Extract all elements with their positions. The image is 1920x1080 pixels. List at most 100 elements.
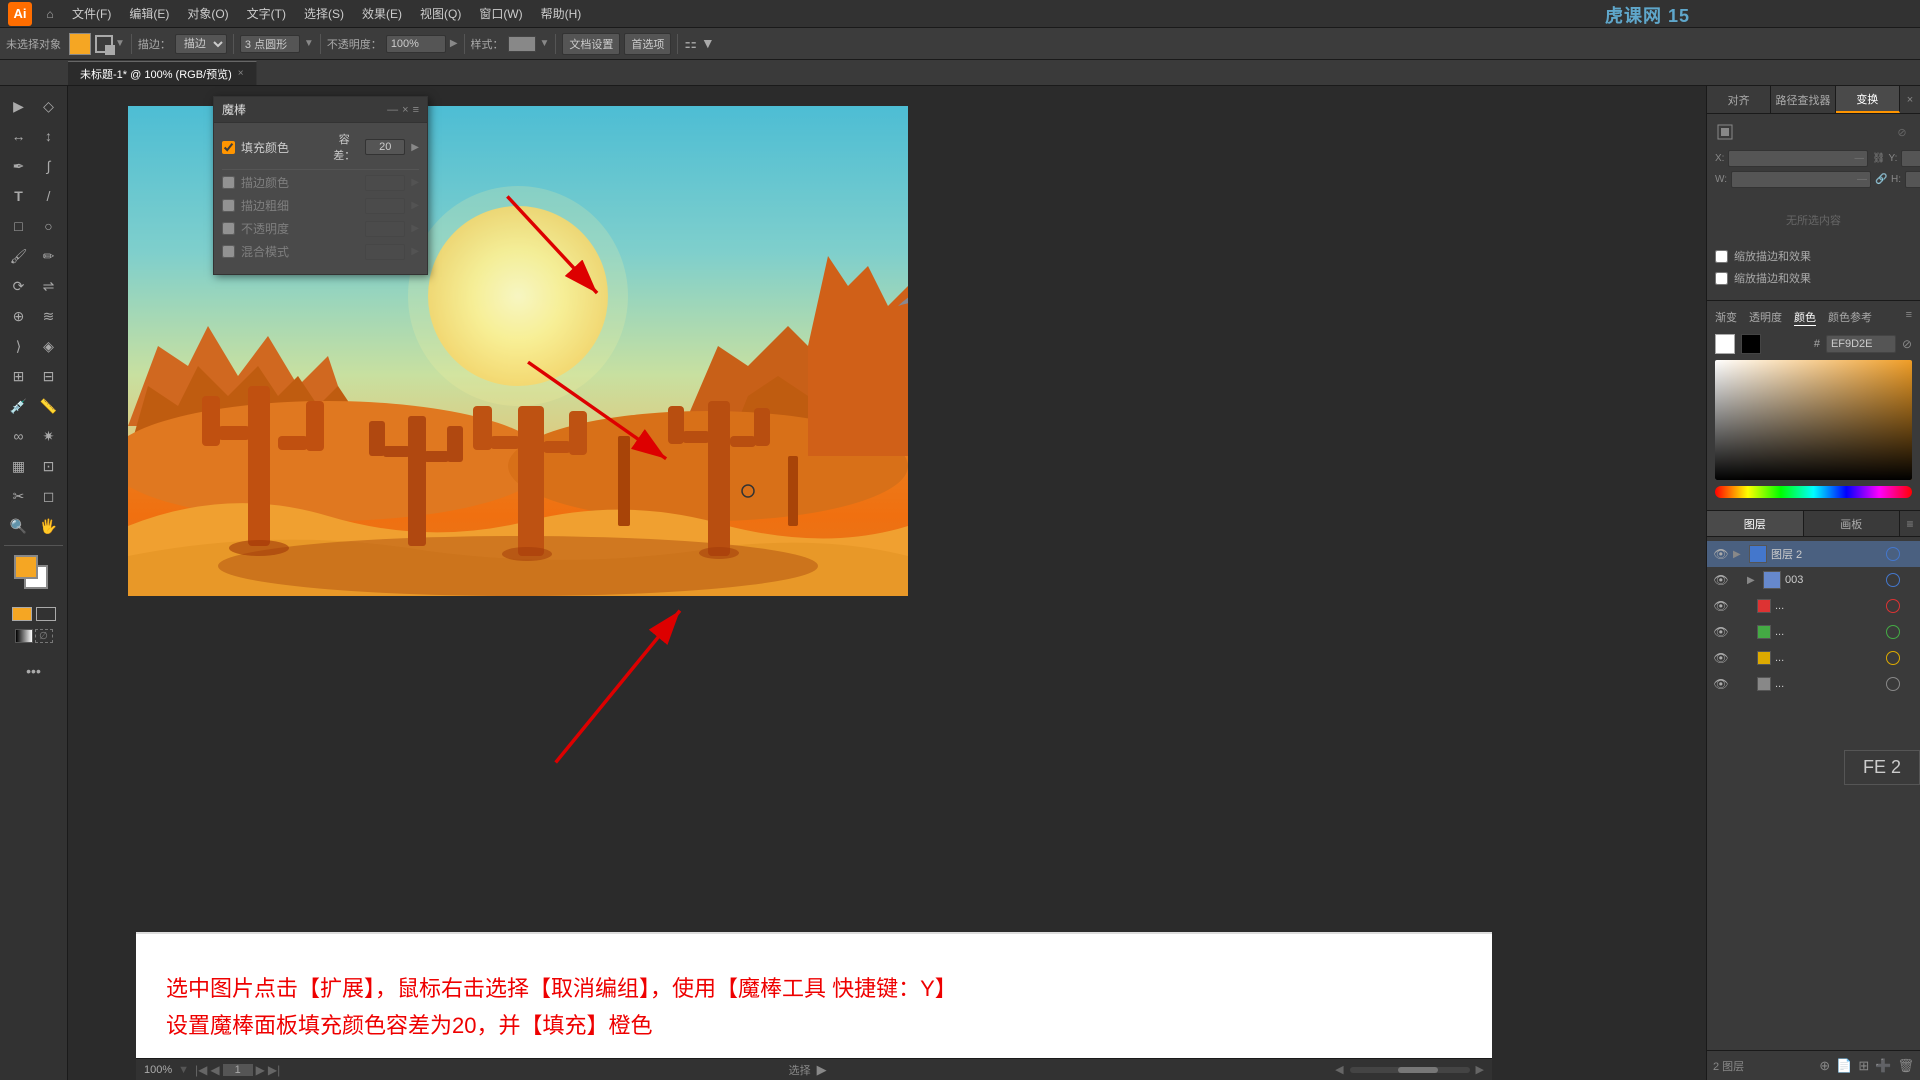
free-transform-tool[interactable]: ◈ (35, 332, 63, 360)
play-btn[interactable]: ▶ (817, 1062, 827, 1078)
scale-tool[interactable]: ⊕ (5, 302, 33, 330)
menu-window[interactable]: 窗口(W) (471, 3, 530, 24)
touch-type-tool[interactable]: ↕ (35, 122, 63, 150)
y-input[interactable] (1901, 150, 1920, 167)
nav-last[interactable]: ▶| (268, 1063, 280, 1077)
menu-view[interactable]: 视图(Q) (412, 3, 469, 24)
transform-tool[interactable]: ↔ (5, 122, 33, 150)
type-tool[interactable]: T (5, 182, 33, 210)
menu-help[interactable]: 帮助(H) (533, 3, 590, 24)
right-panel-close-btn[interactable]: × (1900, 86, 1920, 113)
make-clipping-mask-icon[interactable]: ⊕ (1819, 1058, 1830, 1074)
white-swatch[interactable] (1715, 334, 1735, 354)
foreground-color-swatch[interactable] (14, 555, 38, 579)
new-artboard-icon[interactable]: ⊞ (1858, 1058, 1869, 1074)
expand-arrow[interactable]: ▶ (1747, 575, 1759, 586)
line-tool[interactable]: / (35, 182, 63, 210)
warp-tool[interactable]: ≋ (35, 302, 63, 330)
gradient-indicator[interactable] (15, 629, 33, 643)
more-tools-btn[interactable]: ••• (20, 657, 48, 685)
brush-style-arrow[interactable]: ▼ (304, 38, 314, 49)
blend-tool[interactable]: ∞ (5, 422, 33, 450)
symbol-tool[interactable]: ✷ (35, 422, 63, 450)
layer-item[interactable]: 👁 ... (1707, 619, 1920, 645)
opacity-input[interactable] (386, 35, 446, 53)
eye-icon[interactable]: 👁 (1713, 546, 1729, 562)
color-guide-tab[interactable]: 颜色参考 (1828, 309, 1872, 326)
transform-tab[interactable]: 变换 (1836, 86, 1900, 113)
column-graph-tool[interactable]: ▦ (5, 452, 33, 480)
pencil-tool[interactable]: ✏ (35, 242, 63, 270)
measure-tool[interactable]: 📏 (35, 392, 63, 420)
panel-menu-btn[interactable]: ≡ (413, 104, 419, 116)
style-arrow[interactable]: ▼ (540, 38, 550, 49)
layer-target[interactable] (1886, 573, 1900, 587)
zoom-display[interactable]: 100% (144, 1064, 172, 1076)
menu-select[interactable]: 选择(S) (296, 3, 352, 24)
tab-close-btn[interactable]: × (238, 68, 244, 79)
layer-item[interactable]: 👁 ... (1707, 645, 1920, 671)
expand-arrow[interactable]: ▶ (1733, 549, 1745, 560)
canvas-area[interactable]: 魔棒 — × ≡ 填充颜色 容差： ▶ (68, 86, 1706, 1080)
opacity-arrow[interactable]: ▶ (450, 38, 458, 49)
hand-tool[interactable]: 🖐 (35, 512, 63, 540)
layer-target[interactable] (1886, 677, 1900, 691)
layer-target[interactable] (1886, 625, 1900, 639)
menu-text[interactable]: 文字(T) (239, 3, 294, 24)
doc-tab[interactable]: 未标题-1* @ 100% (RGB/预览) × (68, 61, 257, 85)
curvature-tool[interactable]: ∫ (35, 152, 63, 180)
stroke-select[interactable]: 描边 (175, 34, 227, 54)
new-sublayer-icon[interactable]: 📄 (1836, 1058, 1852, 1074)
arrange-icon[interactable]: ⚏ ▼ (684, 35, 714, 52)
blend-mode-checkbox[interactable] (222, 245, 235, 258)
menu-edit[interactable]: 编辑(E) (121, 3, 177, 24)
color-picker-area[interactable] (1715, 360, 1912, 480)
width-tool[interactable]: ⟩ (5, 332, 33, 360)
eraser-tool[interactable]: ◻ (35, 482, 63, 510)
nav-prev[interactable]: ◀ (210, 1063, 219, 1077)
eyedropper-tool[interactable]: 💉 (5, 392, 33, 420)
style-swatch[interactable] (508, 36, 536, 52)
stroke-tolerance-input[interactable] (365, 175, 405, 191)
color-tab[interactable]: 颜色 (1794, 309, 1816, 326)
home-icon[interactable]: ⌂ (38, 2, 62, 26)
menu-file[interactable]: 文件(F) (64, 3, 119, 24)
fill-tolerance-input[interactable] (365, 139, 405, 155)
none-indicator[interactable]: ∅ (35, 629, 53, 643)
layer-target[interactable] (1886, 651, 1900, 665)
zoom-tool[interactable]: 🔍 (5, 512, 33, 540)
stroke-indicator[interactable]: ▼ (95, 35, 125, 53)
layer-item[interactable]: 👁 ... (1707, 671, 1920, 697)
scroll-left-btn[interactable]: ◀ (1335, 1063, 1343, 1076)
h-input[interactable] (1905, 171, 1920, 188)
nav-next[interactable]: ▶ (256, 1063, 265, 1077)
menu-object[interactable]: 对象(O) (179, 3, 236, 24)
pen-tool[interactable]: ✒ (5, 152, 33, 180)
horizontal-scrollbar[interactable] (1350, 1067, 1470, 1073)
scroll-right-btn[interactable]: ▶ (1476, 1063, 1484, 1076)
align-tab[interactable]: 对齐 (1707, 86, 1771, 113)
layer-target[interactable] (1886, 599, 1900, 613)
shape-builder-tool[interactable]: ⊞ (5, 362, 33, 390)
direct-select-tool[interactable]: ◇ (35, 92, 63, 120)
panel-close-btn[interactable]: × (402, 104, 408, 116)
color-panel-menu[interactable]: ≡ (1906, 309, 1912, 326)
x-input[interactable] (1728, 150, 1868, 167)
reflect-tool[interactable]: ⇌ (35, 272, 63, 300)
layer-item[interactable]: 👁 ▶ 图层 2 (1707, 541, 1920, 567)
transparency-tab[interactable]: 透明度 (1749, 309, 1782, 326)
delete-layer-icon[interactable]: 🗑 (1897, 1058, 1914, 1074)
rotate-tool[interactable]: ⟳ (5, 272, 33, 300)
opacity-checkbox[interactable] (222, 222, 235, 235)
eye-icon[interactable]: 👁 (1713, 676, 1729, 692)
fill-indicator[interactable] (12, 607, 32, 621)
layer-item[interactable]: 👁 ... (1707, 593, 1920, 619)
paintbrush-tool[interactable]: 🖌 (5, 242, 33, 270)
stroke-weight-input[interactable] (365, 198, 405, 214)
page-number-input[interactable] (223, 1064, 253, 1076)
artboard-tab[interactable]: 画板 (1804, 511, 1901, 536)
select-tool[interactable]: ▶ (5, 92, 33, 120)
layers-panel-menu[interactable]: ≡ (1900, 511, 1920, 536)
new-layer-icon[interactable]: ➕ (1875, 1058, 1891, 1074)
menu-effect[interactable]: 效果(E) (354, 3, 410, 24)
